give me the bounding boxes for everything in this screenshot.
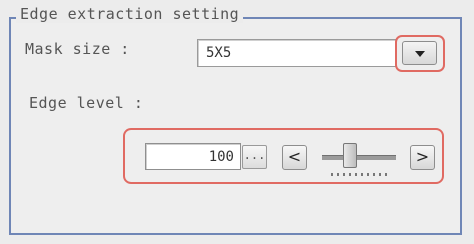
edge-level-decrement-button[interactable]: < xyxy=(282,145,307,170)
edge-level-increment-button[interactable]: > xyxy=(410,145,435,170)
edge-level-label: Edge level : xyxy=(29,94,144,112)
mask-size-label: Mask size : xyxy=(25,40,130,58)
mask-size-value: 5X5 xyxy=(206,45,232,61)
group-title: Edge extraction setting xyxy=(16,5,244,23)
edge-level-value: 100 xyxy=(208,149,234,165)
edge-level-slider-thumb[interactable] xyxy=(343,143,357,168)
edge-level-input[interactable]: 100 xyxy=(145,143,241,170)
settings-panel: Edge extraction setting Mask size : 5X5 … xyxy=(0,0,474,244)
mask-size-select[interactable]: 5X5 xyxy=(197,39,397,67)
chevron-down-icon xyxy=(415,51,425,57)
slider-ticks xyxy=(331,173,391,176)
edge-level-ellipsis-button[interactable]: ... xyxy=(242,145,267,169)
edge-level-slider-track[interactable] xyxy=(322,155,396,160)
mask-size-dropdown-button[interactable] xyxy=(402,41,437,65)
